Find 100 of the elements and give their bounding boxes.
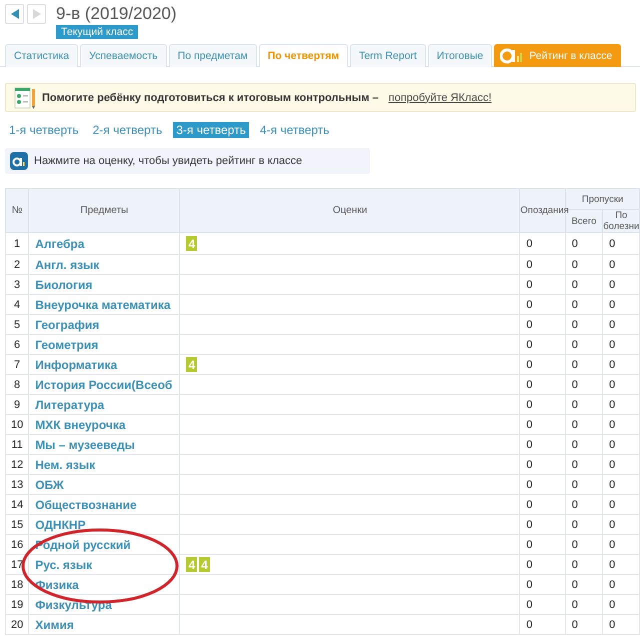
quarter-tab[interactable]: 2-я четверть: [90, 122, 166, 138]
quarter-tab[interactable]: 3-я четверть: [173, 122, 249, 138]
table-cell: 0: [565, 334, 603, 354]
row-number: 15: [6, 514, 29, 534]
table-cell: 0: [602, 474, 640, 494]
current-class-badge: Текущий класс: [56, 25, 138, 39]
table-cell: 0: [520, 574, 566, 594]
table-cell: 0: [520, 514, 566, 534]
table-cell: 0: [565, 574, 603, 594]
row-number: 10: [6, 414, 29, 434]
table-cell: 0: [602, 514, 640, 534]
promo-link[interactable]: попробуйте ЯКласс!: [388, 92, 492, 104]
table-cell: 0: [565, 474, 603, 494]
table-cell: 0: [602, 232, 640, 254]
tab[interactable]: Успеваемость: [80, 44, 167, 67]
table-cell: 0: [565, 614, 603, 634]
table-cell: 0: [565, 414, 603, 434]
table-cell: 0: [565, 434, 603, 454]
table-cell: 0: [602, 434, 640, 454]
table-cell: 0: [520, 414, 566, 434]
table-cell: 0: [602, 314, 640, 334]
table-cell: 0: [520, 494, 566, 514]
table-cell: 0: [520, 374, 566, 394]
tab[interactable]: Итоговые: [428, 44, 492, 67]
table-cell: 0: [602, 294, 640, 314]
rating-tab[interactable]: Рейтинг в классе: [494, 44, 622, 67]
column-header: Предметы: [28, 188, 180, 232]
table-cell: 0: [565, 514, 603, 534]
table-cell: 0: [565, 274, 603, 294]
table-cell: 0: [602, 614, 640, 634]
tab[interactable]: По предметам: [168, 44, 257, 67]
table-cell: 0: [602, 414, 640, 434]
table-cell: 0: [602, 574, 640, 594]
grade-badge[interactable]: 4: [199, 557, 210, 572]
table-cell: 0: [565, 554, 603, 574]
quarter-tab[interactable]: 1-я четверть: [6, 122, 82, 138]
tab[interactable]: Статистика: [5, 44, 78, 67]
tab[interactable]: Term Report: [350, 44, 426, 67]
row-number: 19: [6, 594, 29, 614]
table-cell: 0: [520, 394, 566, 414]
column-header: Оценки: [180, 188, 520, 232]
table-cell: 0: [520, 554, 566, 574]
table-cell: 0: [565, 494, 603, 514]
tab[interactable]: По четвертям: [258, 44, 348, 67]
promo-text: Помогите ребёнку подготовиться к итоговым контрольным –: [42, 92, 378, 104]
table-cell: 0: [520, 232, 566, 254]
table-cell: 0: [565, 314, 603, 334]
row-number: 2: [6, 254, 29, 274]
row-number: 8: [6, 374, 29, 394]
table-cell: 0: [602, 494, 640, 514]
table-cell: 0: [520, 474, 566, 494]
table-cell: 0: [602, 534, 640, 554]
table-cell: 0: [520, 294, 566, 314]
row-number: 12: [6, 454, 29, 474]
table-cell: 0: [602, 374, 640, 394]
table-cell: 0: [565, 232, 603, 254]
table-cell: 0: [520, 334, 566, 354]
table-cell: 0: [520, 354, 566, 374]
table-cell: 0: [565, 454, 603, 474]
table-cell: 0: [520, 454, 566, 474]
row-number: 16: [6, 534, 29, 554]
table-cell: 0: [602, 354, 640, 374]
hint-text: Нажмите на оценку, чтобы увидеть рейтинг в классе: [34, 155, 302, 167]
grade-badge[interactable]: 4: [186, 236, 198, 251]
column-header: Пропуски: [565, 188, 640, 210]
subject-link[interactable]: ОБЖ: [35, 478, 64, 492]
column-header: №: [6, 188, 29, 232]
table-cell: 0: [520, 314, 566, 334]
table-cell: 0: [602, 554, 640, 574]
row-number: 13: [6, 474, 29, 494]
row-number: 3: [6, 274, 29, 294]
row-number: 14: [6, 494, 29, 514]
row-number: 4: [6, 294, 29, 314]
row-number: 6: [6, 334, 29, 354]
row-number: 11: [6, 434, 29, 454]
row-number: 7: [6, 354, 29, 374]
row-number: 1: [6, 232, 29, 254]
subject-link[interactable]: Химия: [35, 618, 74, 632]
table-cell: 0: [602, 454, 640, 474]
grade-badge[interactable]: 4: [186, 357, 198, 372]
table-cell: 0: [602, 394, 640, 414]
table-cell: 0: [602, 594, 640, 614]
table-cell: 0: [565, 594, 603, 614]
table-cell: 0: [565, 534, 603, 554]
quarter-tab[interactable]: 4-я четверть: [256, 122, 332, 138]
table-cell: 0: [520, 434, 566, 454]
table-cell: 0: [602, 254, 640, 274]
row-number: 20: [6, 614, 29, 634]
table-cell: 0: [520, 614, 566, 634]
table-cell: 0: [602, 334, 640, 354]
table-cell: 0: [520, 274, 566, 294]
table-cell: 0: [602, 274, 640, 294]
table-cell: 0: [565, 374, 603, 394]
table-cell: 0: [520, 594, 566, 614]
row-number: 5: [6, 314, 29, 334]
table-cell: 0: [520, 254, 566, 274]
table-cell: 0: [565, 394, 603, 414]
row-number: 9: [6, 394, 29, 414]
grade-badge[interactable]: 4: [186, 557, 198, 572]
table-cell: 0: [565, 254, 603, 274]
